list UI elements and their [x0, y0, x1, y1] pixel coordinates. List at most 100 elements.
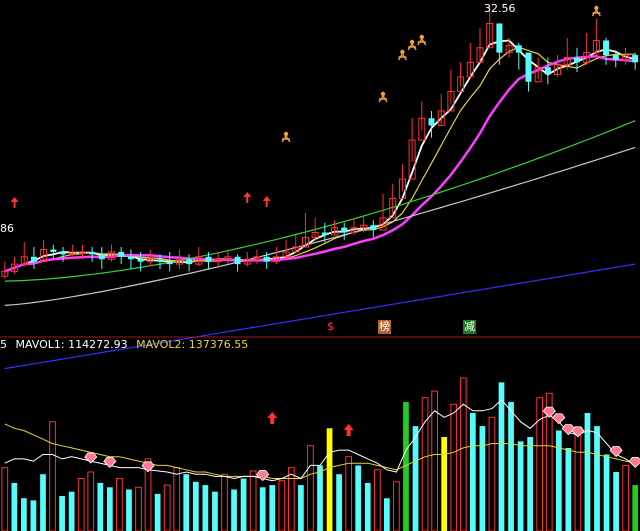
volume-bar-down [317, 465, 323, 531]
volume-bar-down [231, 489, 237, 531]
candle-body-down [234, 256, 241, 265]
volume-bar-down [508, 402, 514, 531]
mavol1-legend-label: MAVOL1: 114272.93 [15, 338, 128, 351]
candle-body-down [603, 40, 610, 56]
volume-bar-up [77, 478, 85, 531]
candle-body-down [166, 261, 173, 265]
volume-bar-up [450, 403, 458, 531]
candle-body-down [89, 251, 96, 255]
runner-icon [380, 91, 386, 97]
volume-bar-down [192, 481, 199, 531]
volume-bar-down [336, 474, 342, 531]
volume-bar-down [21, 498, 27, 531]
volume-bar-down [355, 465, 362, 531]
stock-chart: 32.56 86 [0, 2, 640, 531]
signal-arrow-icon [267, 412, 278, 424]
candle-body-down [50, 249, 57, 252]
candle-body-down [341, 227, 348, 233]
volume-bar-down [68, 491, 75, 531]
volume-bar-up [622, 464, 630, 531]
candle-body-down [525, 52, 532, 82]
volume-bar-up [1, 467, 9, 531]
volume-bar-down [259, 487, 266, 531]
candle-body-down [515, 45, 522, 53]
volume-bar-down [106, 487, 113, 531]
runner-icon [419, 34, 425, 40]
candle-body-down [544, 67, 551, 75]
volume-bar-down [479, 426, 486, 531]
volume-legend: 5 MAVOL1: 114272.93 MAVOL2: 137376.55 [0, 338, 253, 354]
volume-bar-up [421, 397, 429, 531]
volume-bar-down [517, 441, 524, 531]
volume-bar-down [594, 426, 600, 531]
volume-bar-down [59, 496, 65, 531]
runner-icon [407, 43, 417, 51]
candle-body-down [156, 259, 164, 262]
volume-bar-down [40, 474, 46, 531]
gem-marker-icon [542, 406, 556, 418]
volume-bar-up [574, 434, 582, 531]
buy-arrow-icon [10, 197, 19, 208]
runner-icon [283, 131, 289, 137]
gem-marker-icon [609, 446, 623, 458]
volume-bar-down [30, 500, 37, 531]
candle-body-down [428, 118, 435, 126]
candle-body-down [30, 256, 37, 262]
volume-bar-up [163, 484, 171, 531]
candle-body-down [137, 259, 144, 262]
volume-bar-down [565, 447, 572, 531]
runner-icon [397, 53, 408, 61]
volume-bar-highlight [326, 428, 333, 531]
volume-bar-up [373, 469, 381, 531]
volume-bar-down [11, 482, 18, 531]
volume-bar-up [249, 470, 257, 531]
candle-body-down [321, 232, 328, 235]
price-panel [1, 5, 639, 370]
volume-bar-down [364, 482, 371, 531]
candle-body-down [632, 55, 639, 63]
volume-bar-up [278, 480, 286, 531]
volume-bar-up [488, 416, 496, 531]
volume-bar-down [384, 498, 390, 531]
runner-icon [409, 39, 415, 45]
ma-line-ma120 [4, 146, 636, 306]
mavol2-legend-label: MAVOL2: 137376.55 [136, 338, 249, 351]
volume-bar-down [269, 485, 276, 531]
runner-icon [594, 5, 599, 11]
ma-line-ma5 [4, 39, 636, 273]
candle-body-down [186, 259, 193, 265]
buy-arrow-icon [243, 192, 252, 203]
candle-body-down [127, 256, 134, 260]
volume-bar-up [221, 473, 228, 531]
volume-bar-up [173, 467, 181, 531]
gem-marker-icon [571, 426, 585, 438]
gem-marker-icon [552, 413, 566, 425]
volume-bar-down [126, 489, 132, 531]
volume-bar-down [298, 485, 304, 531]
volume-bar-up [345, 456, 353, 531]
volume-bar-highlight [632, 485, 639, 531]
event-tag-list[interactable]: 榜 [378, 320, 391, 334]
candle-body-down [98, 254, 105, 260]
event-tag-reduce[interactable]: 减 [463, 320, 476, 334]
runner-icon [417, 38, 427, 46]
ma-line-ma20 [4, 55, 636, 273]
volume-bar-up [135, 486, 142, 531]
candle-body-down [118, 251, 125, 257]
candle-body-down [370, 225, 377, 231]
volume-bar-down [555, 430, 562, 531]
runner-icon [281, 135, 291, 143]
price-high-label: 32.56 [484, 2, 516, 15]
buy-arrow-icon [262, 196, 271, 207]
volume-bar-down [183, 474, 190, 531]
volume-bar-up [307, 445, 314, 531]
volume-bar-down [469, 412, 476, 531]
runner-icon [400, 49, 405, 55]
price-low-label: 86 [0, 222, 14, 235]
signal-arrow-icon [343, 424, 354, 436]
candle-body-down [60, 251, 67, 255]
volume-panel [1, 377, 640, 531]
candle-body-down [573, 57, 580, 63]
event-tag-dollar[interactable]: $ [326, 320, 335, 334]
runner-icon [378, 95, 388, 103]
